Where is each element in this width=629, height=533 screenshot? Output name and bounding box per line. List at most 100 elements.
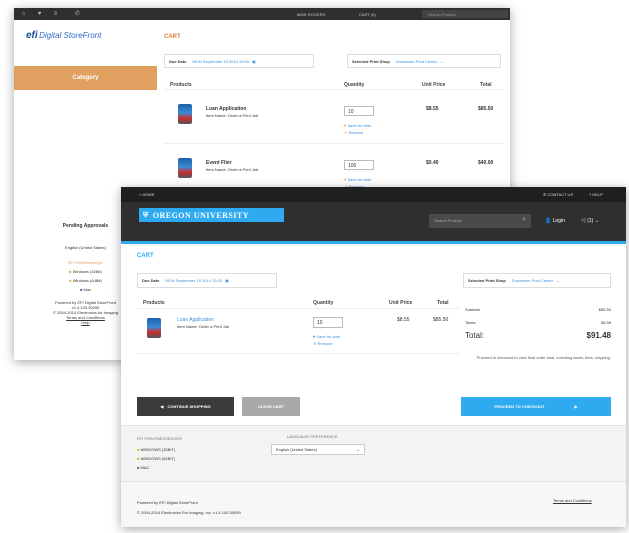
back-win32-link[interactable]: Windows (32Bit) (73, 269, 102, 274)
chevron-left-icon: ◀ (160, 404, 164, 409)
efi-logo-title: Digital StoreFront (39, 31, 102, 40)
front-messenger-label: EFI PRINTMESSENGER (137, 436, 182, 441)
product-subtitle: Item Name: Order a Print Job (206, 113, 259, 118)
continue-shopping-button[interactable]: ◀ CONTINUE SHOPPING (137, 397, 234, 416)
back-due-label: Due Date (169, 58, 187, 64)
language-preference-label: LANGUAGE PREFERENCE (287, 434, 338, 439)
clear-cart-button[interactable]: CLEAR CART (242, 397, 300, 416)
front-due-value: MON September 15 2014 13:00 (165, 278, 223, 283)
front-due-date[interactable]: Due Date MON September 15 2014 13:00 ▣ (137, 273, 277, 288)
windows-icon: ■ (69, 278, 72, 283)
quantity-input[interactable]: 10 (313, 317, 343, 328)
login-link[interactable]: 👤 Login (545, 218, 565, 224)
table-row: Loan Application Item Name: Order a Prin… (137, 310, 459, 354)
chevron-down-icon[interactable]: ⌄ (556, 278, 559, 283)
taxes-label: Taxes (465, 320, 476, 325)
language-select[interactable]: English (United States) ⌄ (271, 444, 365, 455)
front-shop-label: Selected Print Shop (468, 278, 506, 283)
front-print-shop[interactable]: Selected Print Shop Downtown Print Cente… (463, 273, 611, 288)
phone-icon[interactable]: ✆ (74, 11, 81, 18)
front-due-label: Due Date (142, 278, 160, 283)
contact-us-link[interactable]: ✆ CONTACT US (543, 192, 573, 197)
help-icon: ? (589, 192, 592, 197)
home-label: HOME (142, 192, 155, 197)
product-subtitle: Item Name: Order a Print Job (206, 167, 259, 172)
back-win64-link[interactable]: Windows (64Bit) (73, 278, 102, 283)
front-col-total: Total (437, 300, 449, 306)
back-mac-link[interactable]: Mac (83, 287, 91, 292)
product-subtitle: Item Name: Order a Print Job (177, 324, 230, 329)
back-search-input[interactable]: Search Product (422, 10, 508, 18)
remove-link[interactable]: Remove (317, 341, 332, 346)
unit-price: $8.55 (426, 106, 439, 112)
save-for-later-link[interactable]: Save for later (317, 334, 341, 339)
back-topbar: ⌂ ♥ ≡ ✆ MIKE ROGERS CART (0) Search Prod… (14, 8, 510, 20)
product-name-link[interactable]: Event Flier (206, 160, 232, 166)
subtotal-label: Subtotal (465, 307, 480, 312)
front-page-title: CART (137, 253, 154, 259)
university-name: OREGON UNIVERSITY (152, 210, 250, 220)
efi-logo-brand: efi (26, 30, 38, 41)
cart-menu[interactable]: CART (0) (359, 12, 376, 17)
login-label: Login (552, 218, 565, 224)
quantity-input[interactable]: 10 (344, 106, 374, 116)
front-col-quantity: Quantity (313, 300, 334, 306)
front-mac-link[interactable]: MAC (141, 465, 150, 470)
back-shop-label: Selected Print Shop (352, 58, 390, 64)
help-link[interactable]: ? HELP (589, 192, 603, 197)
cart-count: (1) (587, 218, 594, 224)
remove-link[interactable]: Remove (348, 130, 363, 135)
save-for-later-link[interactable]: Save for later (348, 123, 372, 128)
heart-icon[interactable]: ♥ (36, 11, 43, 18)
taxes-value: $5.98 (600, 320, 611, 325)
heart-icon: ♥ (344, 123, 347, 128)
back-col-quantity: Quantity (344, 82, 365, 88)
search-icon[interactable]: ⌕ (522, 216, 526, 224)
close-icon: ✕ (344, 130, 348, 135)
checkout-note: Proceed to checkout to view final order … (476, 355, 611, 360)
table-row: Loan Application Item Name: Order a Prin… (164, 92, 504, 144)
back-shop-value: Downtown Print Center (395, 58, 437, 64)
list-icon[interactable]: ≡ (52, 11, 59, 18)
front-win32-link[interactable]: WINDOWS (32BIT) (141, 447, 176, 452)
front-terms-link[interactable]: Terms and Conditions (553, 498, 592, 503)
front-cart-table: Products Quantity Unit Price Total Loan … (137, 297, 459, 355)
university-logo[interactable]: ⛨ OREGON UNIVERSITY (139, 208, 284, 222)
windows-icon: ■ (69, 269, 72, 274)
cart-link[interactable]: 🛒(1) ⌄ (581, 218, 599, 224)
windows-icon: ■ (137, 447, 140, 452)
save-for-later-link[interactable]: Save for later (348, 177, 372, 182)
product-thumbnail[interactable] (147, 318, 161, 338)
front-win64-link[interactable]: WINDOWS (64BIT) (141, 456, 176, 461)
front-search-input[interactable]: Search Product (429, 214, 531, 228)
front-header: ⛨ OREGON UNIVERSITY Search Product ⌕ 👤 L… (121, 202, 626, 241)
back-due-date[interactable]: Due Date MON September 15 2014 13:00 ▣ (164, 54, 314, 68)
continue-shopping-label: CONTINUE SHOPPING (167, 404, 211, 409)
product-thumbnail[interactable] (178, 158, 192, 178)
front-copyright: © 2004-2014 Electronics For Imaging, Inc… (137, 510, 241, 515)
account-menu[interactable]: MIKE ROGERS (297, 12, 325, 17)
line-total: $85.50 (478, 106, 494, 112)
chevron-down-icon: ⌄ (356, 447, 360, 452)
product-name-link[interactable]: Loan Application (206, 106, 246, 112)
calendar-icon[interactable]: ▣ (225, 278, 229, 283)
mac-icon: ■ (79, 287, 83, 292)
user-icon: 👤 (545, 218, 552, 224)
line-total: $85.50 (433, 317, 449, 323)
product-thumbnail[interactable] (178, 104, 192, 124)
back-table-header: Products Quantity Unit Price Total (164, 78, 504, 90)
proceed-to-checkout-button[interactable]: PROCEED TO CHECKOUT ▶ (461, 397, 611, 416)
efi-logo[interactable]: efi Digital StoreFront (26, 30, 101, 41)
product-name-link[interactable]: Loan Application (177, 317, 214, 323)
category-button[interactable]: Category (14, 66, 157, 90)
back-page-title: CART (164, 34, 181, 40)
back-print-shop[interactable]: Selected Print Shop Downtown Print Cente… (347, 54, 501, 68)
subtotal-value: $85.50 (598, 307, 611, 312)
calendar-icon[interactable]: ▣ (252, 59, 256, 64)
front-footer-lower: Powered by EFI Digital StoreFront © 2004… (121, 481, 626, 527)
unit-price: $8.55 (397, 317, 410, 323)
home-link[interactable]: ⌂ HOME (139, 192, 155, 197)
chevron-down-icon[interactable]: ⌄ (440, 59, 443, 64)
quantity-input[interactable]: 100 (344, 160, 374, 170)
home-icon[interactable]: ⌂ (20, 11, 27, 18)
